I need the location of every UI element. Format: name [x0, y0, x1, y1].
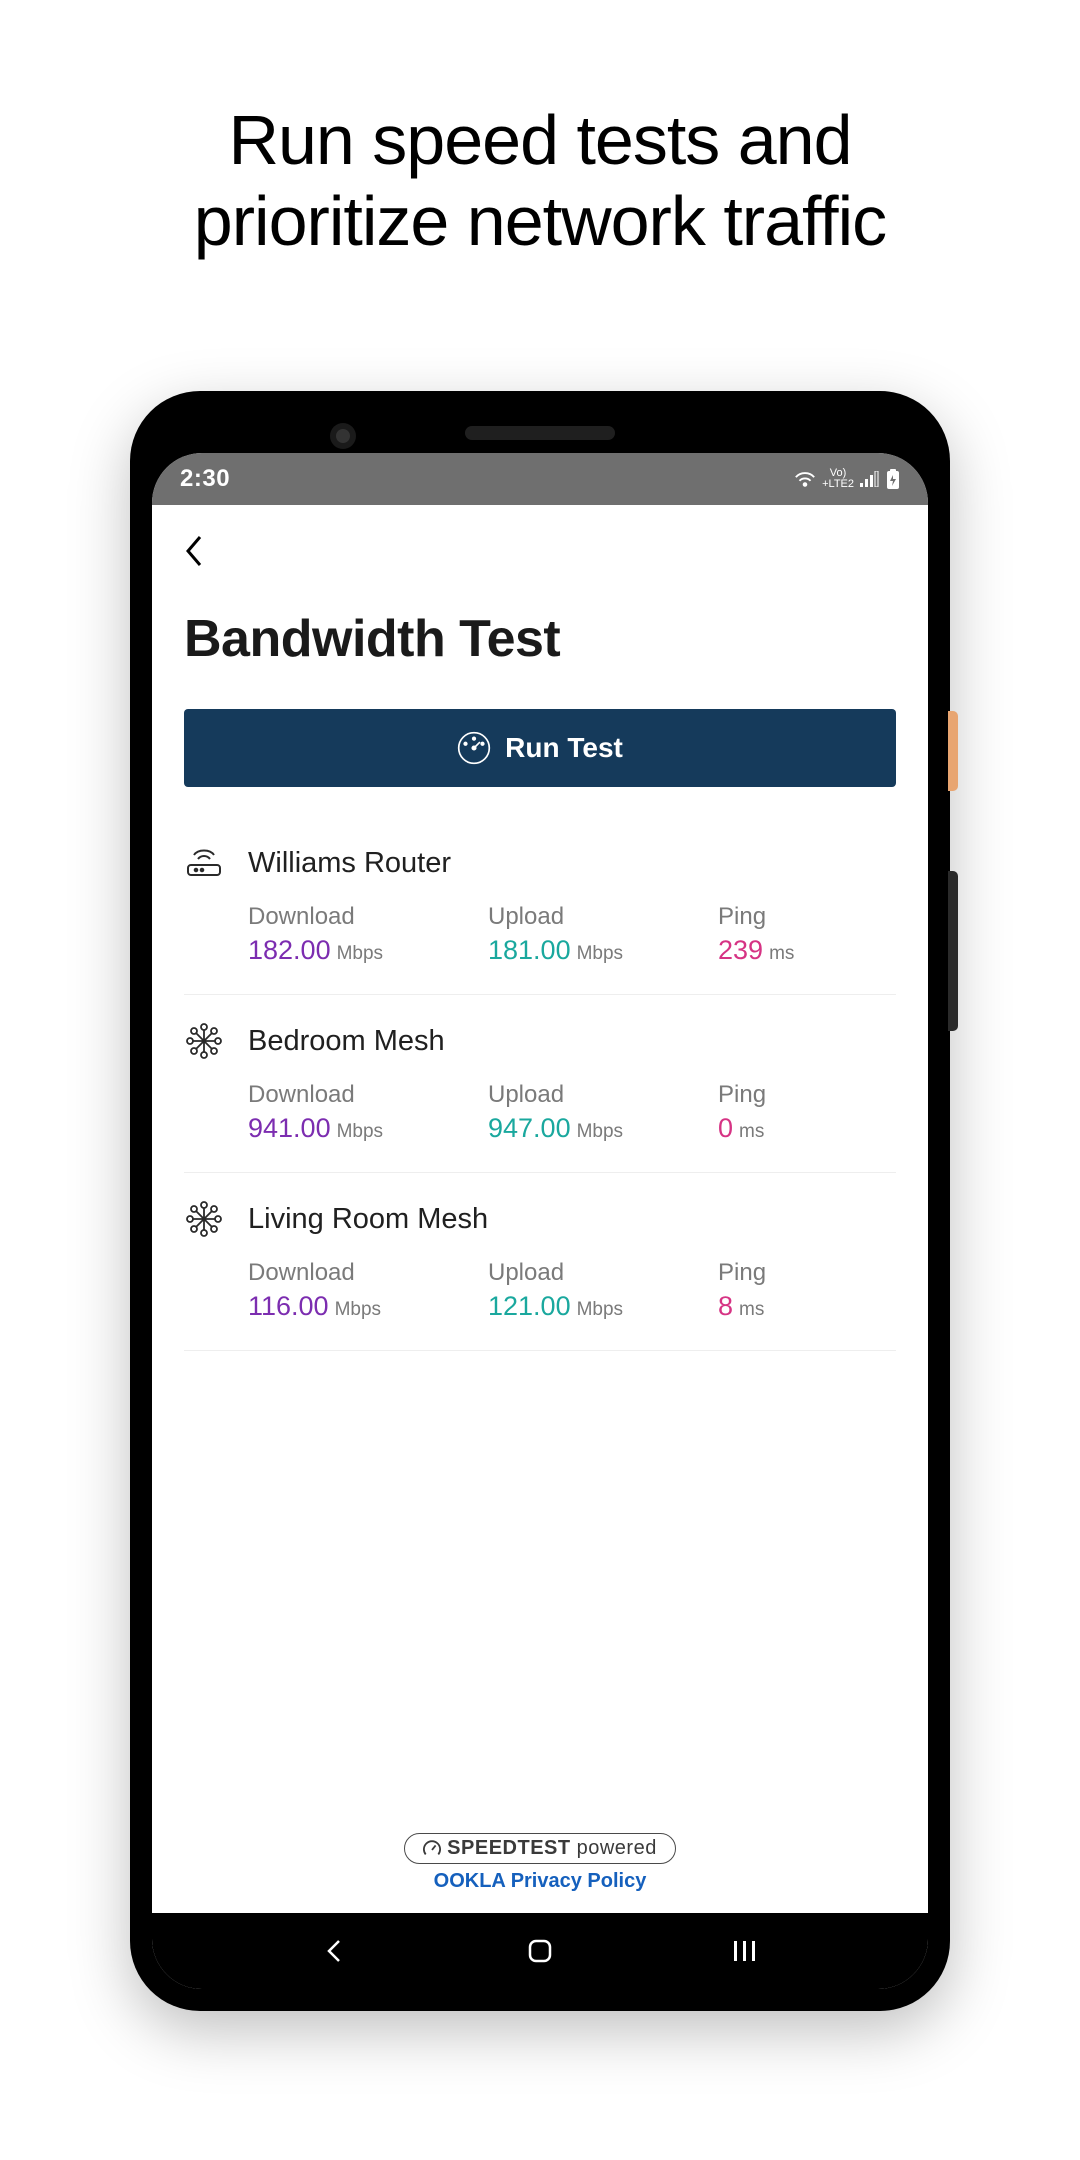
- stat-value-upload-wrap: 121.00 Mbps: [488, 1291, 718, 1322]
- mesh-icon: [184, 1021, 224, 1061]
- speedtest-badge: SPEEDTEST powered: [404, 1833, 676, 1864]
- badge-powered: powered: [577, 1837, 657, 1860]
- stat-value-download: 182.00: [248, 935, 331, 966]
- stat-value-ping-wrap: 0 ms: [718, 1113, 896, 1144]
- device-name: Bedroom Mesh: [248, 1025, 445, 1058]
- page-title: Bandwidth Test: [184, 609, 896, 669]
- stat-label-upload: Upload: [488, 1259, 718, 1287]
- marketing-line-1: Run speed tests and: [194, 100, 886, 181]
- battery-icon: [886, 469, 900, 489]
- app-content: Bandwidth Test Run Test Williams Router: [152, 505, 928, 1913]
- stat-unit-mbps: Mbps: [337, 943, 383, 965]
- status-bar: 2:30 Vo) +LTE2: [152, 453, 928, 505]
- footer-area: SPEEDTEST powered OOKLA Privacy Policy: [184, 1833, 896, 1913]
- nav-home-icon[interactable]: [524, 1935, 556, 1967]
- chevron-left-icon: [184, 533, 206, 569]
- stat-label-upload: Upload: [488, 1081, 718, 1109]
- device-name: Living Room Mesh: [248, 1203, 488, 1236]
- stat-value-ping: 8: [718, 1291, 733, 1322]
- stat-value-ping: 239: [718, 935, 763, 966]
- wifi-icon: [794, 470, 816, 488]
- stat-upload: Upload 947.00 Mbps: [488, 1081, 718, 1144]
- stat-download: Download 941.00 Mbps: [248, 1081, 488, 1144]
- stat-ping: Ping 8 ms: [718, 1259, 896, 1322]
- run-test-button[interactable]: Run Test: [184, 709, 896, 787]
- stat-value-download-wrap: 941.00 Mbps: [248, 1113, 488, 1144]
- stat-label-ping: Ping: [718, 1081, 896, 1109]
- badge-brand: SPEEDTEST: [447, 1837, 570, 1860]
- status-time: 2:30: [180, 465, 230, 493]
- android-nav-bar: [152, 1913, 928, 1989]
- side-button-power: [948, 711, 958, 791]
- stat-value-upload: 181.00: [488, 935, 571, 966]
- stat-label-upload: Upload: [488, 903, 718, 931]
- stat-unit-mbps: Mbps: [337, 1121, 383, 1143]
- stat-unit-mbps: Mbps: [577, 943, 623, 965]
- stat-value-download: 116.00: [248, 1291, 329, 1322]
- stat-value-upload: 121.00: [488, 1291, 571, 1322]
- stat-label-ping: Ping: [718, 903, 896, 931]
- lte-text: +LTE2: [822, 479, 854, 490]
- device-header: Living Room Mesh: [184, 1199, 896, 1239]
- stat-unit-ms: ms: [769, 943, 794, 965]
- stat-label-download: Download: [248, 1081, 488, 1109]
- device-header: Bedroom Mesh: [184, 1021, 896, 1061]
- device-header: Williams Router: [184, 843, 896, 883]
- back-button[interactable]: [184, 533, 224, 579]
- front-camera-lens: [336, 429, 350, 443]
- stat-download: Download 182.00 Mbps: [248, 903, 488, 966]
- stats-row: Download 182.00 Mbps Upload 181.00 Mbps …: [184, 903, 896, 966]
- phone-mockup: 2:30 Vo) +LTE2: [130, 391, 950, 2011]
- stat-value-ping: 0: [718, 1113, 733, 1144]
- nav-back-icon[interactable]: [319, 1935, 351, 1967]
- nav-recents-icon[interactable]: [729, 1935, 761, 1967]
- gauge-icon: [457, 731, 491, 765]
- stats-row: Download 941.00 Mbps Upload 947.00 Mbps …: [184, 1081, 896, 1144]
- device-row: Bedroom Mesh Download 941.00 Mbps Upload…: [184, 995, 896, 1173]
- stat-download: Download 116.00 Mbps: [248, 1259, 488, 1322]
- device-list: Williams Router Download 182.00 Mbps Upl…: [184, 817, 896, 1351]
- device-name: Williams Router: [248, 847, 451, 880]
- speaker-grille: [465, 426, 615, 440]
- stat-value-download: 941.00: [248, 1113, 331, 1144]
- speedtest-gauge-icon: [423, 1840, 441, 1858]
- stat-label-ping: Ping: [718, 1259, 896, 1287]
- stat-value-upload: 947.00: [488, 1113, 571, 1144]
- stat-unit-mbps: Mbps: [335, 1299, 381, 1321]
- stat-value-ping-wrap: 239 ms: [718, 935, 896, 966]
- stat-upload: Upload 121.00 Mbps: [488, 1259, 718, 1322]
- stat-ping: Ping 239 ms: [718, 903, 896, 966]
- stat-label-download: Download: [248, 903, 488, 931]
- device-row: Living Room Mesh Download 116.00 Mbps Up…: [184, 1173, 896, 1351]
- mesh-icon: [184, 1199, 224, 1239]
- router-icon: [184, 843, 224, 883]
- ookla-privacy-link[interactable]: OOKLA Privacy Policy: [434, 1870, 647, 1893]
- stat-value-download-wrap: 182.00 Mbps: [248, 935, 488, 966]
- stat-unit-mbps: Mbps: [577, 1121, 623, 1143]
- marketing-headline: Run speed tests and prioritize network t…: [194, 100, 886, 261]
- stats-row: Download 116.00 Mbps Upload 121.00 Mbps …: [184, 1259, 896, 1322]
- stat-ping: Ping 0 ms: [718, 1081, 896, 1144]
- stat-value-download-wrap: 116.00 Mbps: [248, 1291, 488, 1322]
- marketing-line-2: prioritize network traffic: [194, 181, 886, 262]
- stat-value-ping-wrap: 8 ms: [718, 1291, 896, 1322]
- screen: 2:30 Vo) +LTE2: [152, 453, 928, 1989]
- device-row: Williams Router Download 182.00 Mbps Upl…: [184, 817, 896, 995]
- side-button-volume: [948, 871, 958, 1031]
- stat-unit-ms: ms: [739, 1299, 764, 1321]
- status-net-text: Vo) +LTE2: [822, 468, 854, 490]
- stat-value-upload-wrap: 947.00 Mbps: [488, 1113, 718, 1144]
- stat-label-download: Download: [248, 1259, 488, 1287]
- stat-unit-mbps: Mbps: [577, 1299, 623, 1321]
- stat-value-upload-wrap: 181.00 Mbps: [488, 935, 718, 966]
- stat-unit-ms: ms: [739, 1121, 764, 1143]
- signal-icon: [860, 471, 880, 487]
- run-test-label: Run Test: [505, 732, 623, 764]
- stat-upload: Upload 181.00 Mbps: [488, 903, 718, 966]
- status-icons: Vo) +LTE2: [794, 468, 900, 490]
